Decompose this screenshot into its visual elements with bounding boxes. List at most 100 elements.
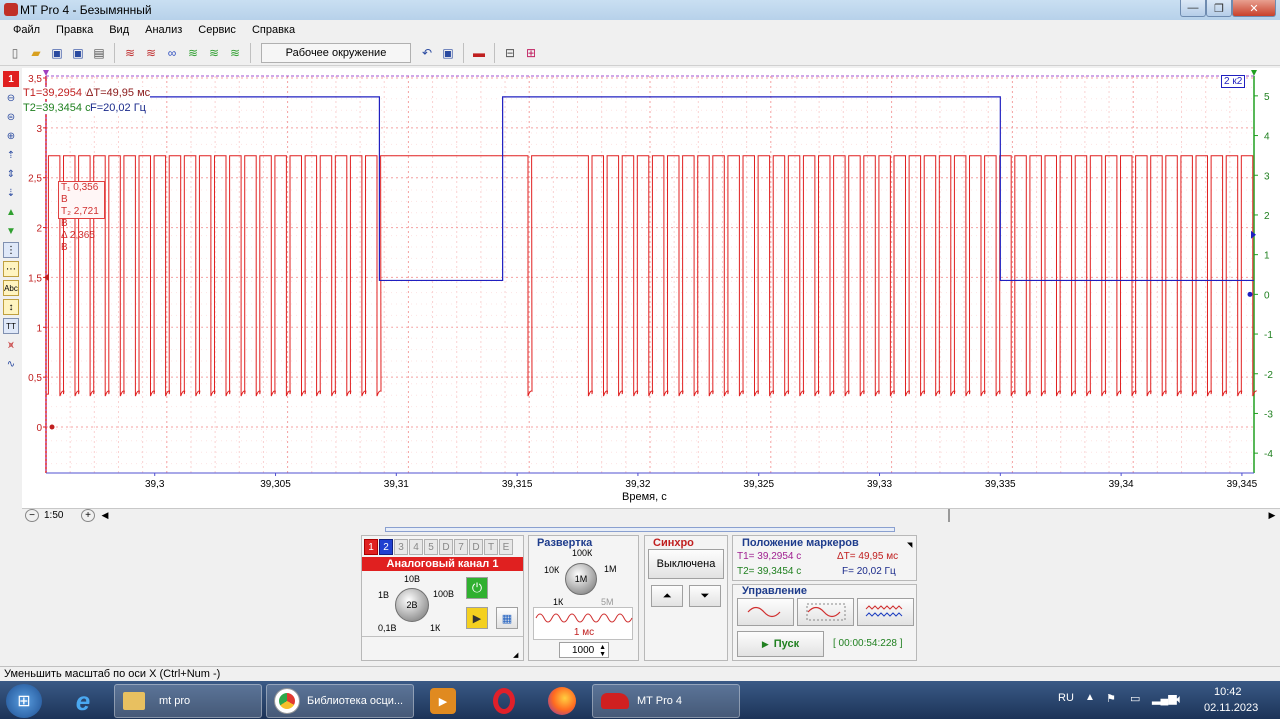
y-right-tick-label: 2 (1264, 211, 1270, 222)
save-icon[interactable]: ▣ (48, 44, 66, 62)
marker-f: F=20,02 Гц (90, 102, 146, 114)
minimize-icon[interactable]: — (1180, 0, 1206, 17)
cursor-h-icon[interactable]: ⋯ (3, 261, 19, 277)
zoom-out-y-icon[interactable]: ⊖ (3, 90, 19, 106)
channel-tab-7[interactable]: 7 (454, 539, 468, 555)
channel-calc-icon[interactable]: ▦ (496, 607, 518, 629)
open-folder-icon[interactable]: ▰ (27, 44, 45, 62)
wave-view-icon[interactable]: ∿ (3, 356, 19, 372)
car-icon[interactable]: ▬ (470, 44, 488, 62)
task-mt-pro-4[interactable]: MT Pro 4 (592, 684, 740, 718)
wave-filter-icon[interactable]: ≋ (121, 44, 139, 62)
wave-mix-icon[interactable]: ∞ (163, 44, 181, 62)
menu-help[interactable]: Справка (245, 24, 302, 36)
channel-power-icon[interactable]: ⏻ (466, 577, 488, 599)
volt-knob[interactable]: 2В (395, 588, 429, 622)
channel-play-icon[interactable]: ▶ (466, 607, 488, 629)
menu-file[interactable]: Файл (6, 24, 47, 36)
maximize-icon[interactable]: ❐ (1206, 0, 1232, 17)
ie-browser-icon[interactable]: e (66, 686, 100, 716)
scroll-left-icon[interactable]: ◀ (99, 509, 111, 522)
channel-badge[interactable]: 1 (3, 71, 19, 87)
sweep-knob-label-right: 1М (604, 564, 617, 574)
mode-wave-grid-icon[interactable] (797, 598, 854, 626)
menu-analysis[interactable]: Анализ (138, 24, 189, 36)
new-file-icon[interactable]: ▯ (6, 44, 24, 62)
channel2-label[interactable]: 2 к2 (1221, 75, 1246, 88)
channel-tab-5[interactable]: 5 (424, 539, 438, 555)
clock-time[interactable]: 10:42 (1214, 686, 1242, 698)
opera-icon[interactable] (490, 686, 518, 716)
arrow-up-icon[interactable]: ▲ (3, 204, 19, 220)
wave-green-icon[interactable]: ≋ (184, 44, 202, 62)
zoom-out-x-icon[interactable]: − (25, 509, 39, 522)
scroll-right-icon[interactable]: ▶ (1266, 509, 1278, 522)
zoom-in-y-icon[interactable]: ⊕ (3, 128, 19, 144)
panel-splitter[interactable] (385, 527, 895, 532)
language-indicator[interactable]: RU (1058, 692, 1074, 704)
zoom-in-x-icon[interactable]: + (81, 509, 95, 522)
tray-expand-icon[interactable]: ▲ (1085, 692, 1095, 703)
shift-up-icon[interactable]: ⇡ (3, 147, 19, 163)
arrow-down-icon[interactable]: ▼ (3, 223, 19, 239)
network-signal-icon[interactable]: ▂▄▆ (1152, 692, 1177, 705)
wave-filter-icon[interactable]: ≋ (142, 44, 160, 62)
tray-flag-icon[interactable]: ⚑ (1106, 692, 1116, 705)
channel-tab-3[interactable]: 3 (394, 539, 408, 555)
start-button[interactable]: ▶ Пуск (737, 631, 824, 657)
zoom-reset-y-icon[interactable]: ⊜ (3, 109, 19, 125)
wave-green-icon[interactable]: ≋ (226, 44, 244, 62)
spinner-arrows-icon[interactable]: ▲ ▼ (599, 644, 606, 658)
channel-tab-d1[interactable]: D (439, 539, 453, 555)
y-left-tick-label: 3 (36, 124, 42, 135)
scroll-thumb[interactable] (948, 509, 950, 522)
markers-expand-icon[interactable]: ◥ (907, 541, 912, 549)
toolbar-separator (114, 42, 115, 63)
channel-tab-d2[interactable]: D (469, 539, 483, 555)
channel-tab-t[interactable]: T (484, 539, 498, 555)
media-player-icon[interactable]: ▶ (430, 688, 456, 714)
channel-tab-4[interactable]: 4 (409, 539, 423, 555)
sweep-knob[interactable]: 1М (565, 563, 597, 595)
measure-icon[interactable]: ↕ (3, 299, 19, 315)
channel-tab-e[interactable]: E (499, 539, 513, 555)
save-workspace-icon[interactable]: ▣ (439, 44, 457, 62)
menu-service[interactable]: Сервис (191, 24, 243, 36)
volt-knob-label-right: 100В (433, 589, 455, 599)
start-menu-icon[interactable]: ⊞ (6, 684, 42, 718)
menu-edit[interactable]: Правка (49, 24, 100, 36)
sync-falling-edge-icon[interactable]: ⏷ (689, 585, 721, 607)
grid-icon[interactable]: ⊞ (522, 44, 540, 62)
panel-expand-icon[interactable]: ◢ (513, 651, 518, 659)
shift-down-icon[interactable]: ⇣ (3, 185, 19, 201)
marker-t1-readout: T1=39,2954 с (23, 87, 91, 99)
sync-rising-edge-icon[interactable]: ⏶ (651, 585, 683, 607)
save-as-icon[interactable]: ▣ (69, 44, 87, 62)
text-label-icon[interactable]: Abc (3, 280, 19, 296)
task-chrome[interactable]: Библиотека осци... (266, 684, 414, 718)
wave-green-icon[interactable]: ≋ (205, 44, 223, 62)
mode-multi-wave-icon[interactable] (857, 598, 914, 626)
print-icon[interactable]: ▤ (90, 44, 108, 62)
hardware-icon[interactable]: ⊟ (501, 44, 519, 62)
cursor-pair-icon[interactable]: TT (3, 318, 19, 334)
firefox-icon[interactable] (548, 687, 576, 715)
workspace-dropdown[interactable]: Рабочее окружение (261, 42, 411, 63)
spectrum-icon[interactable]: ⩙ (3, 337, 19, 353)
points-spinner[interactable]: 1000 ▲ ▼ (559, 642, 609, 658)
task-mt-pro-folder[interactable]: mt pro (114, 684, 262, 718)
mode-single-wave-icon[interactable] (737, 598, 794, 626)
sync-mode-button[interactable]: Выключена (648, 549, 724, 579)
tray-device-icon[interactable]: ▭ (1130, 692, 1140, 705)
horizontal-scroll-bar[interactable]: − 1:50 + ◀ ▶ (22, 508, 1280, 522)
close-icon[interactable]: ✕ (1232, 0, 1276, 17)
menu-view[interactable]: Вид (102, 24, 136, 36)
undo-icon[interactable]: ↶ (418, 44, 436, 62)
cursor-v-icon[interactable]: ⋮ (3, 242, 19, 258)
shift-center-icon[interactable]: ⇕ (3, 166, 19, 182)
oscilloscope-view[interactable]: 3,5 3 2,5 2 1,5 1 0,5 0 5 4 3 2 1 0 -1 -2 -3 -4 39,3 39,305… (22, 68, 1280, 508)
volume-icon[interactable]: 🔈︎ (1176, 692, 1183, 707)
channel-tab-2[interactable]: 2 (379, 539, 393, 555)
clock-date[interactable]: 02.11.2023 (1204, 702, 1258, 714)
channel-tab-1[interactable]: 1 (364, 539, 378, 555)
